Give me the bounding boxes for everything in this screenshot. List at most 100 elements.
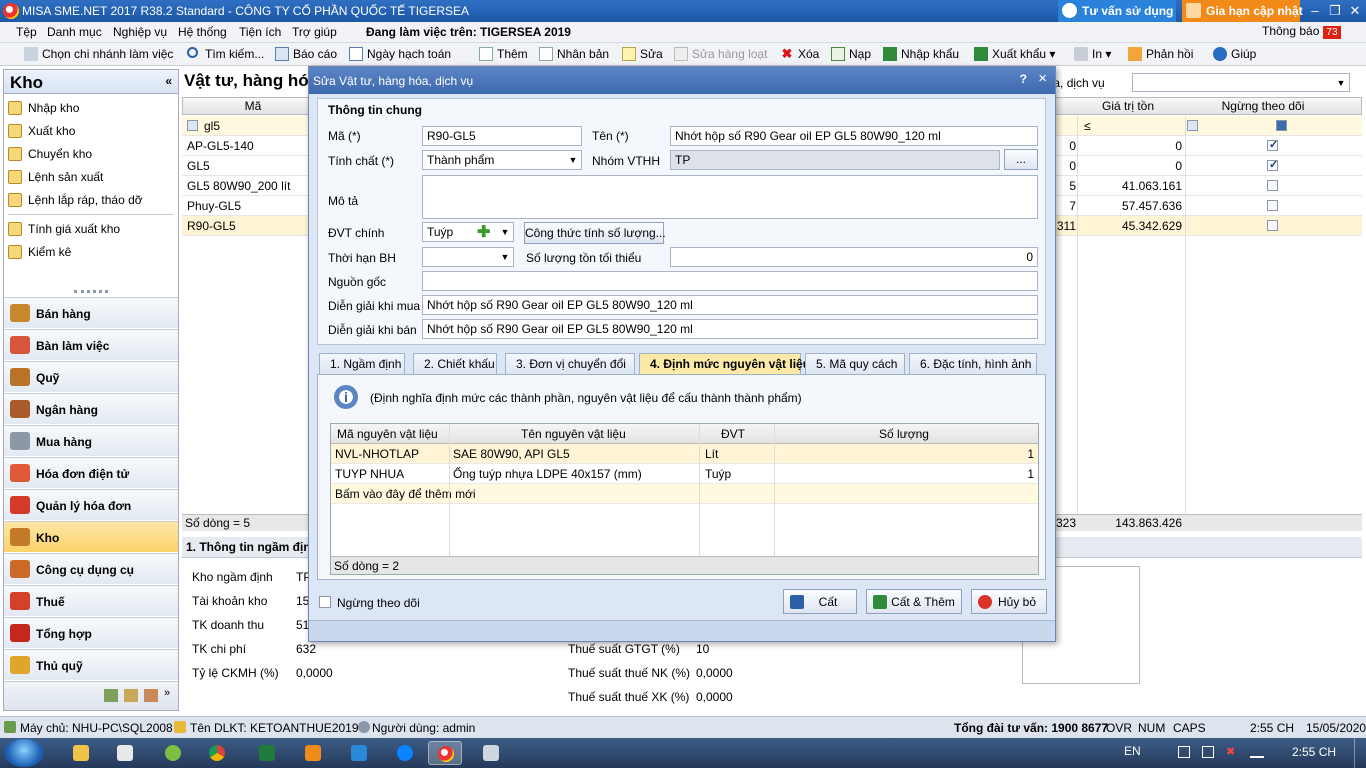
dien-giai-mua-input[interactable]: Nhớt hộp số R90 Gear oil EP GL5 80W90_12… [422,295,1038,315]
network-error-icon[interactable]: ✖ [1226,746,1238,758]
col-ten-nvl[interactable]: Tên nguyên vật liệu [521,427,626,441]
taskbar-explorer[interactable] [64,741,98,765]
taskbar-calculator[interactable] [474,741,508,765]
ngung-checkbox[interactable] [1267,138,1278,151]
tim-kiem-button[interactable]: Tìm kiếm... [185,47,264,61]
ngung-checkbox[interactable] [1267,180,1278,191]
taskbar-chrome[interactable] [200,741,234,765]
close-icon[interactable]: ✕ [1344,0,1366,22]
taskbar-chrome-alt[interactable] [156,741,190,765]
more-icon[interactable]: » [164,687,170,699]
taskbar-app[interactable] [108,741,142,765]
module-quy[interactable]: Quỹ [4,361,178,392]
material-row[interactable]: TUYP NHUA Ống tuýp nhựa LDPE 40x157 (mm)… [331,464,1038,484]
nhan-ban-button[interactable]: Nhân bản [537,47,609,61]
thoi-han-select[interactable]: ▼ [422,247,514,267]
tab-ngam-dinh[interactable]: 1. Ngầm định [319,353,405,374]
filter-checkbox[interactable] [187,120,198,131]
so-luong-ton-input[interactable]: 0 [670,247,1038,267]
material-row[interactable]: NVL-NHOTLAP SAE 80W90, API GL5 Lít 1 [331,444,1038,464]
filter-operator[interactable]: ≤ [1084,119,1091,133]
tray-icon[interactable] [1178,746,1190,758]
tu-van-button[interactable]: Tư vấn sử dụng [1058,0,1176,22]
minimize-icon[interactable]: – [1304,0,1326,22]
filter-checkbox[interactable] [1276,120,1287,131]
bao-cao-button[interactable]: Báo cáo [273,47,337,61]
module-mua-hang[interactable]: Mua hàng [4,425,178,456]
tab-thong-tin-ngam-dinh[interactable]: 1. Thông tin ngầm định [186,540,318,554]
splitter-handle[interactable] [74,290,108,293]
left-item-tinh-gia[interactable]: Tính giá xuất kho [8,222,120,236]
tinh-chat-select[interactable]: Thành phẩm ▼ [422,150,582,170]
ngung-checkbox[interactable] [1267,220,1278,231]
ma-input[interactable]: R90-GL5 [422,126,582,146]
module-tong-hop[interactable]: Tổng hợp [4,617,178,648]
tab-ma-quy-cach[interactable]: 5. Mã quy cách [805,353,905,374]
tray-icon[interactable] [1202,746,1214,758]
ngung-theo-doi-checkbox[interactable] [319,596,331,608]
gia-han-button[interactable]: Gia hạn cập nhật [1182,0,1303,22]
left-item-lenh-san-xuat[interactable]: Lệnh sản xuất [8,170,103,184]
ten-input[interactable]: Nhớt hộp số R90 Gear oil EP GL5 80W90_12… [670,126,1038,146]
menu-he-thong[interactable]: Hệ thống [178,25,227,39]
module-thu-quy[interactable]: Thủ quỹ [4,649,178,680]
dvt-select[interactable]: Tuýp ✚ ▼ [422,222,514,242]
ngay-hach-toan-button[interactable]: Ngày hạch toán [347,47,451,61]
nhom-browse-button[interactable]: ... [1004,149,1038,170]
tab-dinh-muc-nvl[interactable]: 4. Định mức nguyên vật liệu [639,353,810,375]
menu-tien-ich[interactable]: Tiện ích [239,25,281,39]
in-button[interactable]: In ▾ [1072,47,1111,61]
tab-dac-tinh[interactable]: 6. Đặc tính, hình ảnh [909,353,1037,374]
language-indicator[interactable]: EN [1124,744,1141,758]
sua-hang-loat-button[interactable]: Sửa hàng loạt [672,47,767,61]
taskbar-teamviewer[interactable] [342,741,376,765]
menu-tep[interactable]: Tệp [16,25,37,39]
add-new-row[interactable]: Bấm vào đây để thêm mới [331,484,1038,504]
module-ban-lam-viec[interactable]: Bàn làm việc [4,329,178,360]
xuat-khau-button[interactable]: Xuất khẩu ▾ [972,47,1055,61]
taskbar-media[interactable] [296,741,330,765]
chon-chi-nhanh-button[interactable]: Chọn chi nhánh làm việc [22,47,173,61]
search-combo[interactable]: ▼ [1132,73,1350,92]
taskbar-zalo[interactable] [388,741,422,765]
help-icon[interactable]: ? [1020,72,1027,86]
volume-icon[interactable] [1250,746,1264,758]
start-button[interactable] [4,739,44,767]
col-gia-tri-ton[interactable]: Giá trị tồn [1078,99,1178,113]
huy-bo-button[interactable]: Hủy bỏ [971,589,1047,614]
module-kho[interactable]: Kho [4,521,178,552]
tab-chiet-khau[interactable]: 2. Chiết khấu [413,353,497,374]
collapse-icon[interactable]: « [165,74,172,88]
menu-nghiep-vu[interactable]: Nghiệp vụ [113,25,167,39]
close-icon[interactable]: × [1038,70,1047,87]
thong-bao-button[interactable]: Thông báo 73 [1262,24,1341,39]
filter-ma[interactable]: gl5 [204,119,220,133]
left-item-kiem-ke[interactable]: Kiểm kê [8,245,71,259]
xoa-button[interactable]: ✖ Xóa [778,47,820,62]
ngung-checkbox[interactable] [1267,200,1278,211]
filter-checkbox[interactable] [1187,120,1198,131]
col-so-luong[interactable]: Số lượng [879,427,929,441]
left-item-nhap-kho[interactable]: Nhập kho [8,101,79,115]
phan-hoi-button[interactable]: Phản hồi [1126,47,1193,61]
tab-don-vi-chuyen-doi[interactable]: 3. Đơn vị chuyển đổi [505,353,635,374]
menu-tro-giup[interactable]: Trợ giúp [292,25,337,39]
col-ma[interactable]: Mã [223,99,283,113]
taskbar-excel[interactable] [250,741,284,765]
left-item-xuat-kho[interactable]: Xuất kho [8,124,75,138]
module-quan-ly-hoa-don[interactable]: Quản lý hóa đơn [4,489,178,520]
nguon-goc-input[interactable] [422,271,1038,291]
taskbar-clock[interactable]: 2:55 CH [1292,745,1336,759]
left-item-lenh-lap-rap[interactable]: Lệnh lắp ráp, tháo dỡ [8,193,143,207]
them-button[interactable]: Thêm [477,47,528,61]
left-item-chuyen-kho[interactable]: Chuyển kho [8,147,92,161]
giup-button[interactable]: Giúp [1211,47,1256,61]
mo-ta-textarea[interactable] [422,175,1038,219]
taskbar-misa[interactable] [428,741,462,765]
module-thue[interactable]: Thuế [4,585,178,616]
dien-giai-ban-input[interactable]: Nhớt hộp số R90 Gear oil EP GL5 80W90_12… [422,319,1038,339]
col-dvt[interactable]: ĐVT [721,427,745,441]
col-ngung-theo-doi[interactable]: Ngừng theo dõi [1193,99,1333,113]
module-ban-hang[interactable]: Bán hàng [4,297,178,328]
module-cong-cu[interactable]: Công cụ dụng cụ [4,553,178,584]
